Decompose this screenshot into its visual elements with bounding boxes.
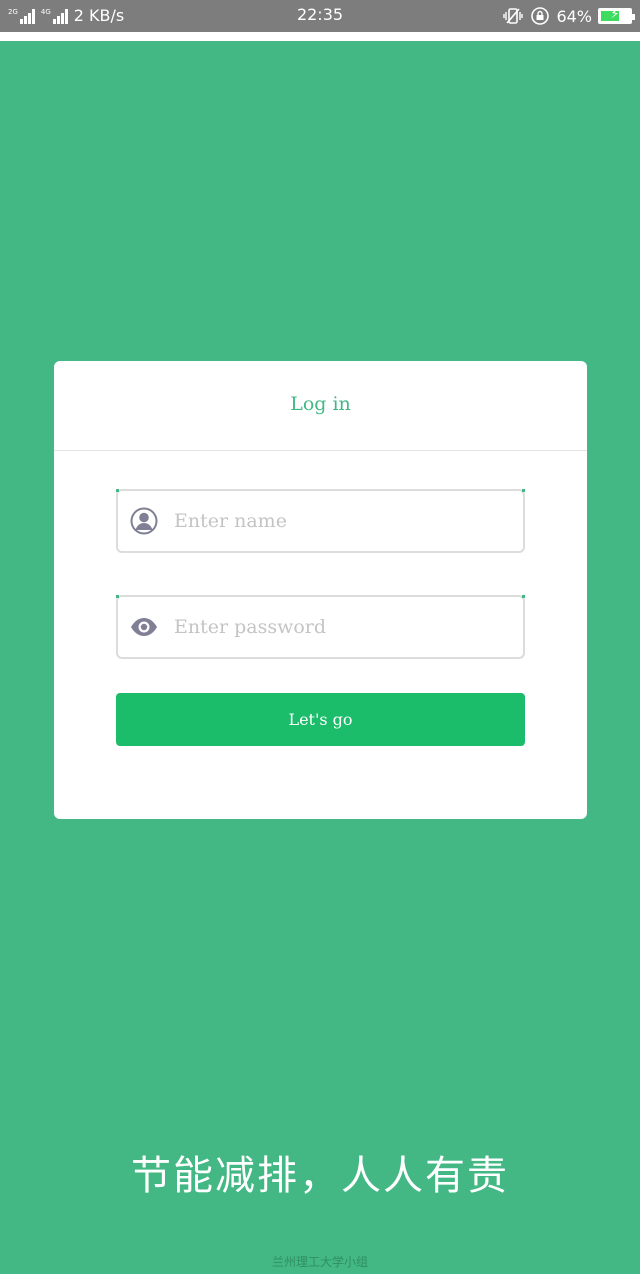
- user-icon: [130, 507, 158, 535]
- login-card: Log in Let's go: [54, 361, 587, 819]
- status-divider: [0, 32, 640, 41]
- password-input[interactable]: [174, 597, 514, 657]
- eye-icon: [131, 618, 157, 636]
- password-field[interactable]: [116, 595, 525, 659]
- login-title: Log in: [290, 393, 351, 415]
- battery-icon: ⚡: [598, 7, 635, 24]
- login-screen: Log in Let's go 节能减排，人人有责 兰州理工大学小组: [0, 41, 640, 1274]
- charging-bolt-icon: ⚡: [610, 7, 620, 22]
- vibrate-icon: [503, 8, 524, 24]
- slogan-text: 节能减排，人人有责: [131, 1153, 509, 1199]
- lets-go-button[interactable]: Let's go: [116, 693, 525, 746]
- rotation-lock-icon: [531, 7, 550, 25]
- battery-percent: 64%: [556, 6, 592, 26]
- status-bar: 2G 4G 2 KB/s 22:35 64% ⚡: [0, 0, 640, 32]
- status-right: 64% ⚡: [502, 6, 635, 26]
- title-divider: [54, 450, 587, 451]
- credit-text: 兰州理工大学小组: [271, 1255, 368, 1269]
- name-field[interactable]: [116, 489, 525, 553]
- name-input[interactable]: [174, 491, 514, 551]
